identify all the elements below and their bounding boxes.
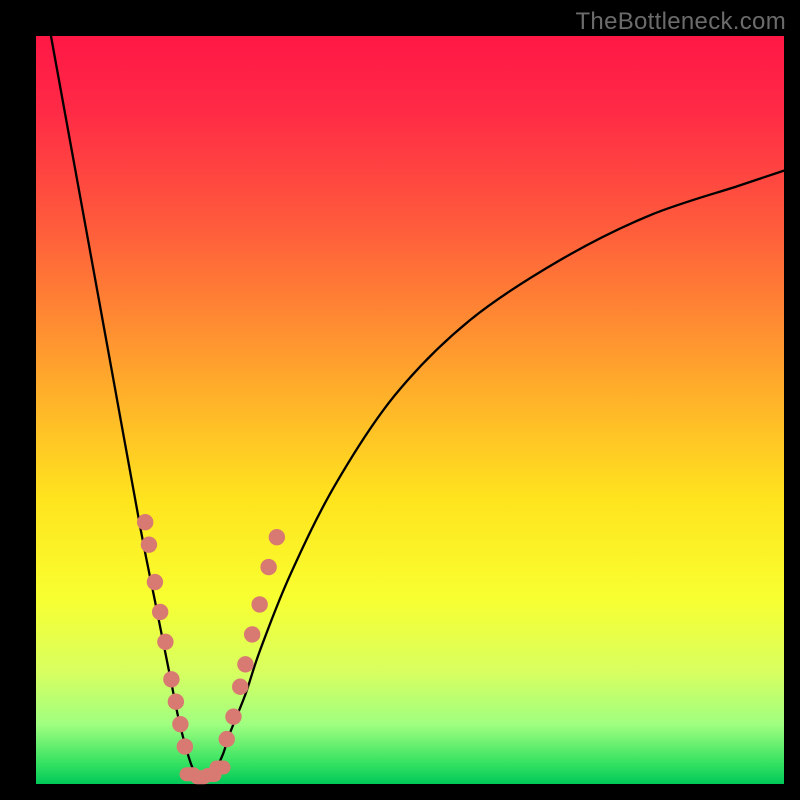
markers-left-arm [137, 514, 193, 755]
marker-dot [137, 514, 153, 530]
marker-dot [232, 679, 248, 695]
marker-dot [147, 574, 163, 590]
marker-dot [237, 656, 253, 672]
plot-area [36, 36, 784, 784]
markers-floor [180, 761, 231, 785]
marker-dot [157, 634, 173, 650]
marker-dot [251, 596, 267, 612]
marker-dot [225, 708, 241, 724]
marker-dot [244, 626, 260, 642]
curve-layer [36, 36, 784, 784]
marker-dot [172, 716, 188, 732]
markers-right-arm [219, 529, 286, 747]
marker-pill [210, 761, 231, 775]
bottleneck-curve [51, 36, 784, 777]
marker-dot [163, 671, 179, 687]
marker-dot [219, 731, 235, 747]
marker-dot [152, 604, 168, 620]
marker-dot [177, 738, 193, 754]
marker-dot [269, 529, 285, 545]
chart-frame: TheBottleneck.com [0, 0, 800, 800]
watermark-text: TheBottleneck.com [575, 8, 786, 36]
marker-dot [260, 559, 276, 575]
marker-dot [141, 536, 157, 552]
marker-dot [168, 694, 184, 710]
